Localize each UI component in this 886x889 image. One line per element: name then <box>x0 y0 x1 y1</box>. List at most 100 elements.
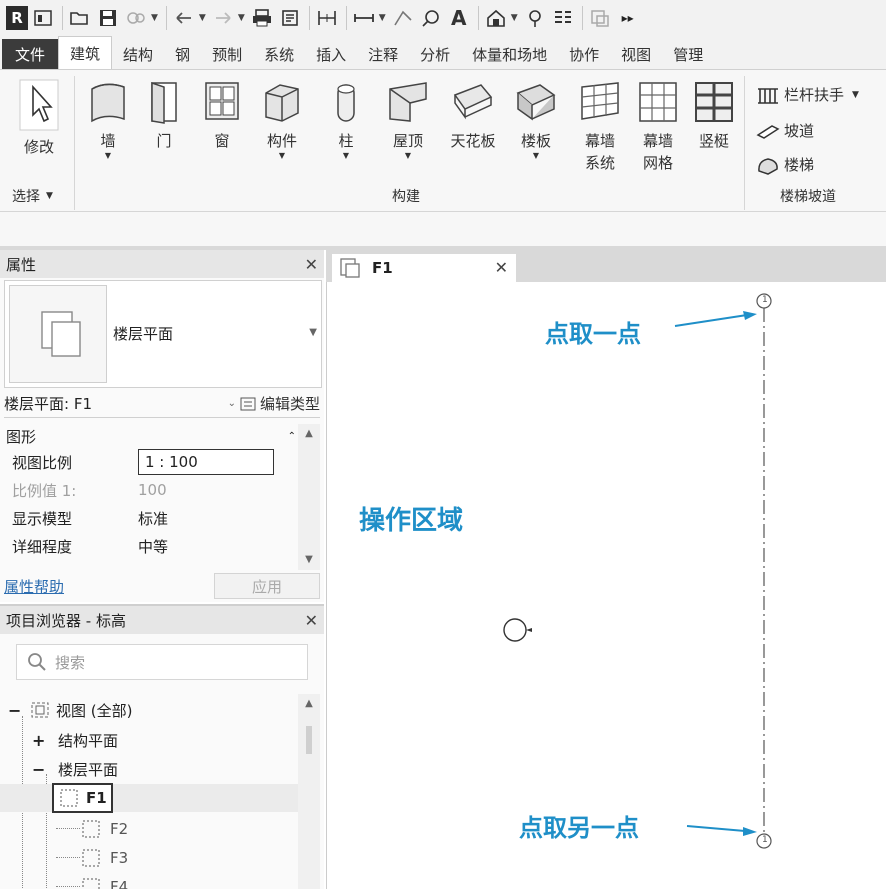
print-icon[interactable] <box>249 5 275 31</box>
scroll-track[interactable] <box>298 442 320 550</box>
sync-icon[interactable] <box>123 5 149 31</box>
close-icon[interactable]: ✕ <box>305 255 318 274</box>
chevron-down-icon: ⌄ <box>227 398 236 409</box>
railing-button[interactable]: 栏杆扶手 ▼ <box>756 84 859 105</box>
scroll-up-icon[interactable]: ▲ <box>298 694 320 712</box>
undo-dropdown-icon[interactable]: ▼ <box>199 13 206 23</box>
section-icon[interactable] <box>522 5 548 31</box>
canvas-graphics <box>503 293 772 849</box>
tree-node-level[interactable]: F1 <box>0 783 298 813</box>
switch-windows-icon[interactable] <box>587 5 613 31</box>
measure-icon[interactable] <box>314 5 340 31</box>
tree-node-level[interactable]: F3 <box>80 844 128 872</box>
open-icon[interactable] <box>67 5 93 31</box>
property-value[interactable]: 中等 <box>138 536 298 557</box>
close-icon[interactable]: ✕ <box>495 258 508 277</box>
tab-insert[interactable]: 插入 <box>305 39 357 69</box>
redo-icon[interactable] <box>210 5 236 31</box>
tree-node-level[interactable]: F4 <box>80 873 128 889</box>
scroll-up-icon[interactable]: ▲ <box>298 424 320 442</box>
close-icon[interactable]: ✕ <box>305 611 318 630</box>
tag-icon[interactable] <box>418 5 444 31</box>
properties-help-link[interactable]: 属性帮助 <box>4 576 64 597</box>
scroll-down-icon[interactable]: ▼ <box>298 550 320 568</box>
tab-annotate[interactable]: 注释 <box>357 39 409 69</box>
3d-view-dropdown-icon[interactable]: ▼ <box>511 13 518 23</box>
tab-analyze[interactable]: 分析 <box>409 39 461 69</box>
mullion-button[interactable]: 竖梃 <box>686 78 742 152</box>
overflow-icon[interactable]: ▸▸ <box>615 5 641 31</box>
stair-icon <box>756 155 780 175</box>
ceiling-button[interactable]: 天花板 <box>444 78 502 152</box>
column-button[interactable]: 柱 ▼ <box>318 78 374 160</box>
modify-button[interactable]: 修改 <box>10 78 68 158</box>
mullion-label: 竖梃 <box>698 132 729 150</box>
curtain-system-button[interactable]: 幕墙 系统 <box>572 78 628 174</box>
category-graphics[interactable]: 图形 ⌃ <box>4 424 298 448</box>
collapse-toggle-icon[interactable]: − <box>8 701 24 720</box>
scroll-thumb[interactable] <box>306 726 312 754</box>
tab-manage[interactable]: 管理 <box>662 39 714 69</box>
save-icon[interactable] <box>95 5 121 31</box>
tab-file[interactable]: 文件 <box>2 39 59 69</box>
redo-dropdown-icon[interactable]: ▼ <box>238 13 245 23</box>
tab-steel[interactable]: 钢 <box>164 39 201 69</box>
wall-button[interactable]: 墙 ▼ <box>80 78 136 160</box>
tree-node-views[interactable]: − 视图 (全部) <box>8 696 132 724</box>
floor-dropdown-icon[interactable]: ▼ <box>508 152 564 160</box>
ramp-button[interactable]: 坡道 <box>756 120 814 141</box>
toolbar-separator <box>308 6 310 30</box>
view-tab-f1[interactable]: F1 ✕ <box>332 254 516 282</box>
type-selector[interactable]: 楼层平面 ▼ <box>4 280 322 388</box>
text-icon[interactable]: A <box>446 5 472 31</box>
elevation-pointer-icon <box>526 628 532 632</box>
tree-node-floor-plans[interactable]: − 楼层平面 <box>32 755 118 783</box>
expand-toggle-icon[interactable]: + <box>32 731 48 750</box>
window-button[interactable]: 窗 <box>194 78 250 152</box>
edit-type-button[interactable]: ⌄ 编辑类型 <box>228 393 320 414</box>
properties-scrollbar[interactable]: ▲ ▼ <box>298 424 320 570</box>
tree-node-level[interactable]: F2 <box>80 815 128 843</box>
tree-node-structural-plans[interactable]: + 结构平面 <box>32 726 118 754</box>
view-scale-field[interactable]: 1 : 100 <box>138 449 274 475</box>
instance-filter[interactable]: 楼层平面: F1 <box>4 393 92 414</box>
home-panel-icon[interactable] <box>30 5 56 31</box>
property-value[interactable]: 标准 <box>138 508 298 529</box>
3d-view-icon[interactable] <box>483 5 509 31</box>
collapse-toggle-icon[interactable]: − <box>32 760 48 779</box>
tab-collaborate[interactable]: 协作 <box>558 39 610 69</box>
door-button[interactable]: 门 <box>136 78 192 152</box>
aligned-dimension-icon[interactable] <box>351 5 377 31</box>
tab-view[interactable]: 视图 <box>610 39 662 69</box>
component-dropdown-icon[interactable]: ▼ <box>254 152 310 160</box>
curtain-grid-button[interactable]: 幕墙 网格 <box>630 78 686 174</box>
column-dropdown-icon[interactable]: ▼ <box>318 152 374 160</box>
component-button[interactable]: 构件 ▼ <box>254 78 310 160</box>
apply-button[interactable]: 应用 <box>214 573 320 599</box>
wall-dropdown-icon[interactable]: ▼ <box>80 152 136 160</box>
elevation-marker-icon[interactable] <box>503 618 527 642</box>
railing-dropdown-icon[interactable]: ▼ <box>852 90 859 100</box>
tab-architecture[interactable]: 建筑 <box>58 36 113 69</box>
tab-structure[interactable]: 结构 <box>112 39 164 69</box>
angular-dimension-icon[interactable] <box>390 5 416 31</box>
tab-systems[interactable]: 系统 <box>253 39 305 69</box>
drawing-canvas[interactable]: 1 1 点取一点 操作区域 点取另一点 <box>326 282 886 889</box>
sync-dropdown-icon[interactable]: ▼ <box>151 13 158 23</box>
dimension-dropdown-icon[interactable]: ▼ <box>379 13 386 23</box>
browser-search-input[interactable]: 搜索 <box>16 644 308 680</box>
thin-lines-icon[interactable] <box>550 5 576 31</box>
tab-massing-site[interactable]: 体量和场地 <box>461 39 558 69</box>
type-dropdown-icon[interactable]: ▼ <box>309 327 317 338</box>
floor-button[interactable]: 楼板 ▼ <box>508 78 564 160</box>
select-panel-title[interactable]: 选择 ▼ <box>12 186 53 206</box>
toolbar-separator <box>477 6 479 30</box>
sheet-icon[interactable] <box>277 5 303 31</box>
browser-scrollbar[interactable]: ▲ <box>298 694 320 889</box>
roof-dropdown-icon[interactable]: ▼ <box>380 152 436 160</box>
undo-icon[interactable] <box>171 5 197 31</box>
roof-button[interactable]: 屋顶 ▼ <box>380 78 436 160</box>
stair-button[interactable]: 楼梯 <box>756 154 814 175</box>
tab-precast[interactable]: 预制 <box>201 39 253 69</box>
revit-logo[interactable]: R <box>6 6 28 30</box>
